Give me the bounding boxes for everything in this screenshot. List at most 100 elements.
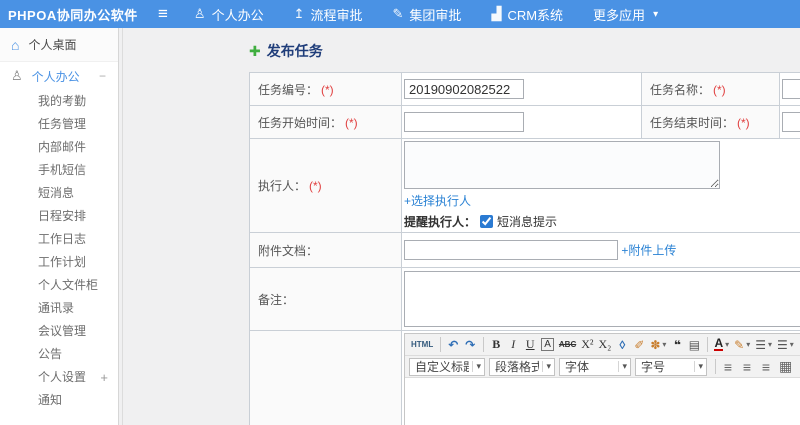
executor-textarea[interactable]: [404, 141, 720, 189]
remark-label-cell: 备注：: [249, 267, 402, 331]
caret-down-icon: ▾: [694, 361, 703, 372]
sidebar-item-task-management[interactable]: 任务管理: [0, 113, 118, 136]
toolbar-icon: ↶: [448, 337, 459, 352]
toolbar-separator: [440, 337, 442, 352]
highlight-color-button[interactable]: ✎ ▾: [732, 336, 752, 354]
unordered-list-button[interactable]: ☰ ▾: [775, 336, 796, 354]
sidebar-item-work-log[interactable]: 工作日志: [0, 228, 118, 251]
toolbar-separator: [707, 337, 709, 352]
sidebar-item-schedule[interactable]: 日程安排: [0, 205, 118, 228]
nav-personal-office[interactable]: ♙ 个人办公: [194, 5, 264, 24]
font-color-button[interactable]: A ▾: [712, 336, 731, 354]
required-mark: (*): [713, 82, 726, 97]
bar-chart-icon: ▟: [491, 6, 502, 21]
toolbar-icon: A: [541, 338, 554, 351]
caret-down-icon: ▾: [767, 340, 772, 349]
editor-content-area[interactable]: [405, 378, 800, 425]
nav-workflow-approval[interactable]: ↥ 流程审批: [294, 5, 363, 24]
align-right-button[interactable]: ≡: [758, 358, 774, 376]
edit-icon: ✎: [392, 6, 404, 21]
superscript-button[interactable]: X²: [579, 336, 595, 354]
expand-plus-icon[interactable]: +: [100, 366, 108, 389]
sidebar-item-internal-mail[interactable]: 内部邮件: [0, 136, 118, 159]
select-executor-link[interactable]: +选择执行人: [404, 194, 471, 208]
attachment-input[interactable]: [404, 240, 618, 260]
html-source-button[interactable]: HTML: [409, 336, 435, 354]
sidebar-item-notice[interactable]: 通知: [0, 389, 118, 412]
required-mark: (*): [737, 115, 750, 130]
editor-toolbar-row1: HTML ↶ ↷ B I U A ABC X² X₂ ◊ ✐ ✽ ▾ ❝ ▤ A…: [405, 334, 800, 356]
sidebar-item-label: 个人桌面: [28, 38, 77, 52]
font-style-button[interactable]: A: [539, 336, 556, 354]
nav-more-apps[interactable]: 更多应用 ▾: [593, 5, 658, 24]
toolbar-icon: ✽: [650, 337, 661, 352]
start-time-label-cell: 任务开始时间： (*): [249, 105, 402, 139]
sidebar-item-personal-desktop[interactable]: ⌂ 个人桌面: [0, 28, 118, 62]
blockquote-button[interactable]: ❝: [669, 336, 685, 354]
undo-button[interactable]: ↶: [445, 336, 461, 354]
attachment-upload-link[interactable]: +附件上传: [621, 244, 676, 258]
caret-down-icon: ▾: [789, 340, 794, 349]
strikethrough-button[interactable]: ABC: [557, 336, 578, 354]
font-size-select[interactable]: 字号 ▾: [635, 357, 707, 376]
paste-button[interactable]: ▤: [686, 336, 702, 354]
task-name-input[interactable]: [782, 79, 800, 99]
format-brush-button[interactable]: ✐: [631, 336, 647, 354]
remind-executor-label: 提醒执行人：: [404, 215, 477, 229]
sidebar-item-label: 短消息: [38, 186, 75, 200]
caret-down-icon: ▾: [725, 340, 730, 349]
toolbar-icon: A: [714, 336, 724, 351]
eraser-button[interactable]: ◊: [614, 336, 630, 354]
collapse-minus-icon[interactable]: −: [99, 69, 106, 83]
sidebar-item-attendance[interactable]: 我的考勤: [0, 90, 118, 113]
toolbar-icon: B: [492, 337, 501, 351]
align-justify-button[interactable]: ▦: [777, 358, 794, 376]
redo-button[interactable]: ↷: [462, 336, 478, 354]
underline-button[interactable]: U: [522, 336, 538, 354]
sidebar-item-label: 工作日志: [38, 232, 87, 246]
align-left-button[interactable]: ≡: [720, 358, 736, 376]
start-time-input[interactable]: [404, 112, 524, 132]
align-center-button[interactable]: ≡: [739, 358, 755, 376]
nav-crm-system[interactable]: ▟ CRM系统: [491, 5, 563, 24]
sidebar-item-meeting-management[interactable]: 会议管理: [0, 320, 118, 343]
sidebar-item-label: 会议管理: [38, 324, 87, 338]
field-label: 附件文档：: [258, 243, 319, 258]
sidebar-item-mobile-sms[interactable]: 手机短信: [0, 159, 118, 182]
main-content: ✚ 发布任务 任务编号：(*) 任务名称：(*): [122, 28, 800, 425]
sidebar-item-announcement[interactable]: 公告: [0, 343, 118, 366]
app-logo: PHPOA协同办公软件: [8, 7, 138, 23]
paragraph-format-select[interactable]: 段落格式 ▾: [489, 357, 555, 376]
subscript-button[interactable]: X₂: [597, 336, 614, 354]
toolbar-separator: [715, 359, 716, 374]
italic-button[interactable]: I: [505, 336, 521, 354]
toolbar-icon: ▦: [779, 358, 793, 374]
select-label: 字体: [565, 360, 590, 374]
sidebar-item-work-plan[interactable]: 工作计划: [0, 251, 118, 274]
custom-heading-select[interactable]: 自定义标题 ▾: [409, 357, 485, 376]
sidebar-item-contacts[interactable]: 通讯录: [0, 297, 118, 320]
sidebar-group-personal-office[interactable]: ♙ 个人办公 −: [0, 62, 118, 90]
ordered-list-button[interactable]: ☰ ▾: [753, 336, 774, 354]
bold-button[interactable]: B: [488, 336, 504, 354]
end-time-input[interactable]: [782, 112, 800, 132]
sidebar-item-personal-files[interactable]: 个人文件柜: [0, 274, 118, 297]
menu-toggle-icon[interactable]: ≡: [158, 1, 168, 27]
toolbar-icon: ↷: [465, 337, 476, 352]
nav-group-approval[interactable]: ✎ 集团审批: [393, 5, 462, 24]
task-number-input[interactable]: [404, 79, 524, 99]
sidebar-item-short-message[interactable]: 短消息: [0, 182, 118, 205]
remark-textarea[interactable]: [404, 271, 800, 327]
nav-label: 流程审批: [310, 7, 363, 23]
sidebar-item-label: 通讯录: [38, 301, 75, 315]
auto-typeset-button[interactable]: ✽ ▾: [648, 336, 668, 354]
attachment-label-cell: 附件文档：: [249, 232, 402, 268]
sidebar-item-personal-settings[interactable]: 个人设置 +: [0, 366, 118, 389]
font-family-select[interactable]: 字体 ▾: [559, 357, 631, 376]
nav-label: 集团审批: [409, 7, 462, 23]
toolbar-icon: ◊: [619, 337, 626, 352]
rich-text-editor: HTML ↶ ↷ B I U A ABC X² X₂ ◊ ✐ ✽ ▾ ❝ ▤ A…: [404, 333, 800, 425]
sidebar-item-label: 通知: [38, 393, 63, 407]
caret-down-icon: ▾: [662, 340, 667, 349]
sms-remind-checkbox[interactable]: [480, 215, 494, 228]
